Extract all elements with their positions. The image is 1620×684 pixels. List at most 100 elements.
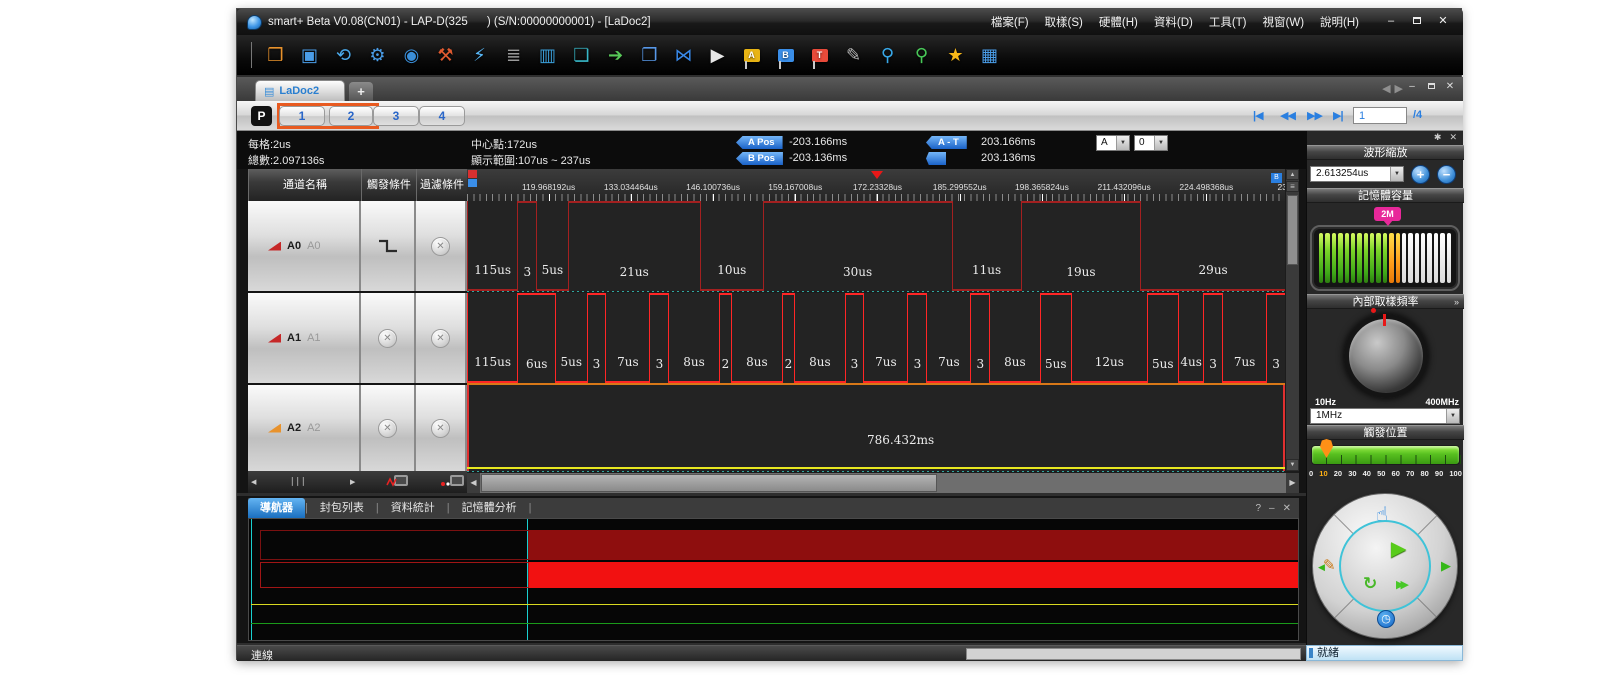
- memory-depth-icon[interactable]: ≣: [500, 41, 527, 69]
- waveform-channel-a0[interactable]: 115us35us21us10us30us11us19us29us: [467, 201, 1285, 291]
- help-button[interactable]: ?: [1255, 503, 1261, 514]
- navigation-pad-inner[interactable]: ▶ ↻ ▶▶: [1339, 520, 1431, 612]
- restore-button[interactable]: [1407, 15, 1427, 29]
- counter-icon[interactable]: ▦: [976, 41, 1003, 69]
- settings-tools-icon[interactable]: ⚒: [432, 41, 459, 69]
- window-layout-icon[interactable]: ❏: [568, 41, 595, 69]
- prev-page-button[interactable]: ◀◀: [1280, 109, 1295, 122]
- save-restore-icon[interactable]: ⟲: [330, 41, 357, 69]
- close-button[interactable]: ✕: [1433, 15, 1453, 29]
- trigger-position-gauge[interactable]: [1311, 445, 1460, 465]
- bottom-tab-1[interactable]: 導航器: [248, 498, 305, 518]
- tab-ladoc2[interactable]: ▤ LaDoc2: [255, 80, 345, 101]
- save-icon[interactable]: ▣: [296, 41, 323, 69]
- marker-pen-icon[interactable]: ✎: [840, 41, 867, 69]
- new-tab-button[interactable]: +: [349, 82, 373, 101]
- page-button-3[interactable]: 3: [373, 106, 419, 126]
- b-t-badge[interactable]: [926, 152, 946, 165]
- trigger-condition-cell[interactable]: ✕: [361, 385, 416, 471]
- filter-condition-cell[interactable]: ✕: [416, 385, 467, 471]
- sample-rate-knob[interactable]: [1344, 314, 1428, 398]
- menu-item[interactable]: 資料(D): [1146, 14, 1201, 30]
- index-select[interactable]: 0▼: [1134, 135, 1168, 151]
- playback-icon[interactable]: ▶: [704, 41, 731, 69]
- trigger-condition-cell[interactable]: ✕: [361, 293, 416, 383]
- waveform-channel-a2[interactable]: 786.432ms: [467, 385, 1285, 471]
- last-page-button[interactable]: ▶|: [1333, 109, 1343, 122]
- zoom-out-button[interactable]: −: [1437, 165, 1456, 184]
- save-settings-icon[interactable]: ⚙: [364, 41, 391, 69]
- flag-t-icon[interactable]: T: [806, 41, 833, 69]
- scroll-grip-icon[interactable]: ≡: [1286, 181, 1299, 192]
- page-button-4[interactable]: 4: [419, 106, 465, 126]
- menu-item[interactable]: 視窗(W): [1255, 14, 1313, 30]
- bus-decode-icon[interactable]: ⋈: [670, 41, 697, 69]
- channel-name-cell[interactable]: A1A1: [248, 293, 361, 383]
- bottom-tab-4[interactable]: 記憶體分析: [450, 498, 529, 518]
- next-page-button[interactable]: ▶▶: [1307, 109, 1322, 122]
- expand-icon[interactable]: »: [1454, 295, 1459, 310]
- filter-condition-cell[interactable]: ✕: [416, 201, 467, 291]
- quick-sample-icon[interactable]: ⚡: [466, 41, 493, 69]
- sample-dots-icon[interactable]: [440, 474, 466, 490]
- channel-scroll-thumb[interactable]: ∣∣∣: [290, 476, 307, 487]
- search-forward-icon[interactable]: ⚲: [908, 41, 935, 69]
- menu-item[interactable]: 取樣(S): [1037, 14, 1091, 30]
- scroll-right-icon[interactable]: ▶: [1286, 473, 1299, 493]
- export-data-icon[interactable]: ➔: [602, 41, 629, 69]
- instrument-panel-icon[interactable]: ▥: [534, 41, 561, 69]
- bottom-tab-3[interactable]: 資料統計: [379, 498, 447, 518]
- navigator-left-cursor[interactable]: [251, 519, 252, 640]
- trigger-position-marker[interactable]: [871, 171, 883, 179]
- bottom-tab-2[interactable]: 封包列表: [308, 498, 376, 518]
- scroll-left-icon[interactable]: ◀: [251, 478, 256, 486]
- page-button-1[interactable]: 1: [279, 106, 325, 126]
- pin-icon[interactable]: ✱: [1434, 132, 1442, 143]
- sample-rate-select[interactable]: 1MHz ▼: [1310, 408, 1460, 424]
- channel-row-a1[interactable]: A1A1 ✕ ✕: [248, 293, 467, 383]
- menu-item[interactable]: 說明(H): [1312, 14, 1367, 30]
- waveform-channel-a1[interactable]: 115us6us5us37us38us28us28us37us37us38us5…: [467, 293, 1285, 383]
- vertical-scrollbar[interactable]: ▲ ≡ ▼: [1286, 169, 1299, 471]
- first-page-button[interactable]: |◀: [1253, 109, 1263, 122]
- compare-docs-icon[interactable]: ❐: [636, 41, 663, 69]
- menu-item[interactable]: 檔案(F): [983, 14, 1037, 30]
- menu-item[interactable]: 硬體(H): [1091, 14, 1146, 30]
- waveform-style-icon[interactable]: [386, 474, 412, 490]
- repeat-icon[interactable]: ↻: [1363, 574, 1377, 594]
- panel-close-button[interactable]: ✕: [1283, 503, 1291, 514]
- page-p-button[interactable]: P: [251, 106, 272, 126]
- scroll-right-icon[interactable]: ▶: [350, 478, 355, 486]
- marker-select[interactable]: A▼: [1096, 135, 1130, 151]
- horizontal-scrollbar[interactable]: ◀ ▶: [467, 473, 1299, 493]
- search-back-icon[interactable]: ⚲: [874, 41, 901, 69]
- channel-row-a0[interactable]: A0A0 ✕: [248, 201, 467, 291]
- arrow-left-icon[interactable]: ◀: [1318, 562, 1325, 573]
- time-ruler[interactable]: B 119.968192us133.034464us146.100736us15…: [467, 169, 1285, 201]
- favorites-icon[interactable]: ★: [942, 41, 969, 69]
- navigator-overview[interactable]: [248, 518, 1299, 641]
- hscroll-thumb[interactable]: [481, 474, 937, 492]
- channel-name-cell[interactable]: A0A0: [248, 201, 361, 291]
- scroll-left-icon[interactable]: ◀: [467, 473, 480, 493]
- open-file-icon[interactable]: ❒: [262, 41, 289, 69]
- clock-icon[interactable]: ◷: [1377, 610, 1395, 628]
- a-t-badge[interactable]: A - T: [926, 136, 967, 149]
- play-icon[interactable]: ▶: [1391, 536, 1406, 561]
- menu-item[interactable]: 工具(T): [1201, 14, 1255, 30]
- page-number-input[interactable]: [1353, 107, 1407, 124]
- filter-condition-cell[interactable]: ✕: [416, 293, 467, 383]
- panel-minimize-button[interactable]: –: [1269, 503, 1275, 514]
- scroll-down-icon[interactable]: ▼: [1286, 459, 1299, 471]
- doc-close-button[interactable]: ✕: [1443, 81, 1457, 94]
- navigation-pad[interactable]: ☝ ✎ ◀ ▶ ▶ ↻ ▶▶ ◷: [1312, 493, 1458, 639]
- close-icon[interactable]: ✕: [1449, 132, 1457, 143]
- channel-name-cell[interactable]: A2A2: [248, 385, 361, 471]
- page-button-2[interactable]: 2: [329, 106, 373, 126]
- a-pos-badge[interactable]: A Pos: [736, 136, 783, 149]
- tab-scroll-arrows[interactable]: ◀▶: [1382, 82, 1407, 95]
- fast-forward-icon[interactable]: ▶▶: [1396, 578, 1405, 591]
- flag-b-icon[interactable]: B: [772, 41, 799, 69]
- doc-minimize-button[interactable]: –: [1405, 81, 1419, 94]
- zoom-in-button[interactable]: +: [1411, 165, 1430, 184]
